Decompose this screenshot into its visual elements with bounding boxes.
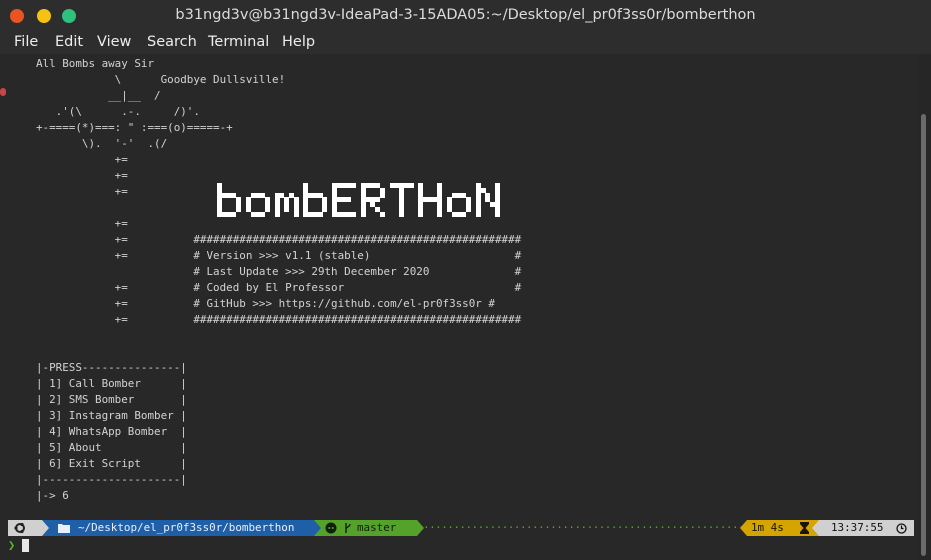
terminal-line: |-PRESS---------------| <box>36 361 187 374</box>
terminal-line: | 4] WhatsApp Bomber | <box>36 425 187 438</box>
menu-terminal[interactable]: Terminal <box>208 34 269 50</box>
banner-pixel <box>379 211 385 217</box>
prompt-git-segment: master <box>314 520 417 536</box>
terminal-line: += <box>36 153 128 166</box>
terminal-line: | 6] Exit Script | <box>36 457 187 470</box>
terminal-line: += <box>36 169 128 182</box>
banner-pixel <box>351 183 357 189</box>
terminal-line: += #####################################… <box>36 313 522 326</box>
command-duration: 1m 4s <box>751 521 784 534</box>
terminal-line: All Bombs away Sir <box>36 57 155 70</box>
hourglass-icon <box>800 522 809 534</box>
banner-pixel <box>351 211 357 217</box>
prompt-path-segment: ~/Desktop/el_pr0f3ss0r/bomberthon <box>42 520 314 536</box>
window-title: b31ngd3v@b31ngd3v-IdeaPad-3-15ADA05:~/De… <box>175 7 756 23</box>
clock-icon <box>896 523 907 534</box>
banner-pixel <box>293 211 299 217</box>
terminal-line: # Last Update >>> 29th December 2020 # <box>36 265 522 278</box>
banner-pixel <box>494 211 500 217</box>
text-cursor <box>22 539 29 552</box>
terminal-output: All Bombs away Sir \ Goodbye Dullsville!… <box>36 56 521 504</box>
terminal-line: += <box>36 217 128 230</box>
banner-pixel <box>322 206 328 212</box>
terminal-line: .'(\ .-. /)'. <box>36 105 200 118</box>
banner-pixel <box>274 211 280 217</box>
banner-pixel <box>346 197 352 203</box>
terminal-line: __|__ / <box>36 89 161 102</box>
banner-pixel <box>375 197 381 203</box>
banner-pixel <box>379 192 385 198</box>
shell-prompt-bar: ~/Desktop/el_pr0f3ss0r/bomberthon master… <box>8 520 914 536</box>
prompt-filler: ········································… <box>417 521 747 534</box>
terminal-line: | 1] Call Bomber | <box>36 377 187 390</box>
terminal-line: |-> 6 <box>36 489 69 502</box>
command-line[interactable]: ❯ <box>8 537 38 553</box>
banner-pixel <box>236 206 242 212</box>
menu-edit[interactable]: Edit <box>55 34 83 50</box>
banner-pixel <box>437 211 443 217</box>
github-icon <box>325 522 337 534</box>
menu-bar: File Edit View Search Terminal Help <box>0 32 931 54</box>
banner-pixel <box>317 211 323 217</box>
scrollbar-thumb[interactable] <box>921 114 926 556</box>
prompt-symbol: ❯ <box>8 538 16 552</box>
terminal-line: \ Goodbye Dullsville! <box>36 73 286 86</box>
prompt-path: ~/Desktop/el_pr0f3ss0r/bomberthon <box>78 521 295 534</box>
current-time: 13:37:55 <box>831 521 884 534</box>
banner-pixel <box>475 211 481 217</box>
menu-help[interactable]: Help <box>282 34 315 50</box>
banner-pixel <box>231 211 237 217</box>
banner-pixel <box>466 206 472 212</box>
menu-file[interactable]: File <box>14 34 38 50</box>
terminal-line: | 2] SMS Bomber | <box>36 393 187 406</box>
prompt-os-segment <box>8 520 42 536</box>
terminal-line: +-====(*)===: " :===(o)=====-+ <box>36 121 233 134</box>
terminal-line: += # GitHub >>> https://github.com/el-pr… <box>36 297 495 310</box>
ubuntu-icon <box>14 522 25 534</box>
terminal-line: += # Coded by El Professor # <box>36 281 522 294</box>
banner-pixel <box>360 211 366 217</box>
git-branch-icon <box>345 523 351 533</box>
terminal-line: | 3] Instagram Bomber | <box>36 409 187 422</box>
banner-pixel <box>284 206 290 212</box>
banner-pixel <box>461 211 467 217</box>
git-branch: master <box>357 521 397 534</box>
terminal-line: | 5] About | <box>36 441 187 454</box>
folder-icon <box>58 524 70 533</box>
menu-view[interactable]: View <box>97 34 131 50</box>
banner-pixel <box>399 211 405 217</box>
terminal-line: \). '-' .(/ <box>36 137 168 150</box>
menu-search[interactable]: Search <box>147 34 197 50</box>
terminal-line: |---------------------| <box>36 473 187 486</box>
window-titlebar[interactable]: b31ngd3v@b31ngd3v-IdeaPad-3-15ADA05:~/De… <box>0 0 931 33</box>
prompt-duration-segment: 1m 4s <box>747 520 819 536</box>
banner-pixel <box>418 211 424 217</box>
prompt-time-segment: 13:37:55 <box>819 520 914 536</box>
banner-pixel <box>408 183 414 189</box>
banner-pixel <box>260 211 266 217</box>
side-marker-icon <box>0 88 6 96</box>
terminal-line: += # Version >>> v1.1 (stable) # <box>36 249 522 262</box>
banner-pixel <box>264 206 270 212</box>
terminal-line: += #####################################… <box>36 233 522 246</box>
